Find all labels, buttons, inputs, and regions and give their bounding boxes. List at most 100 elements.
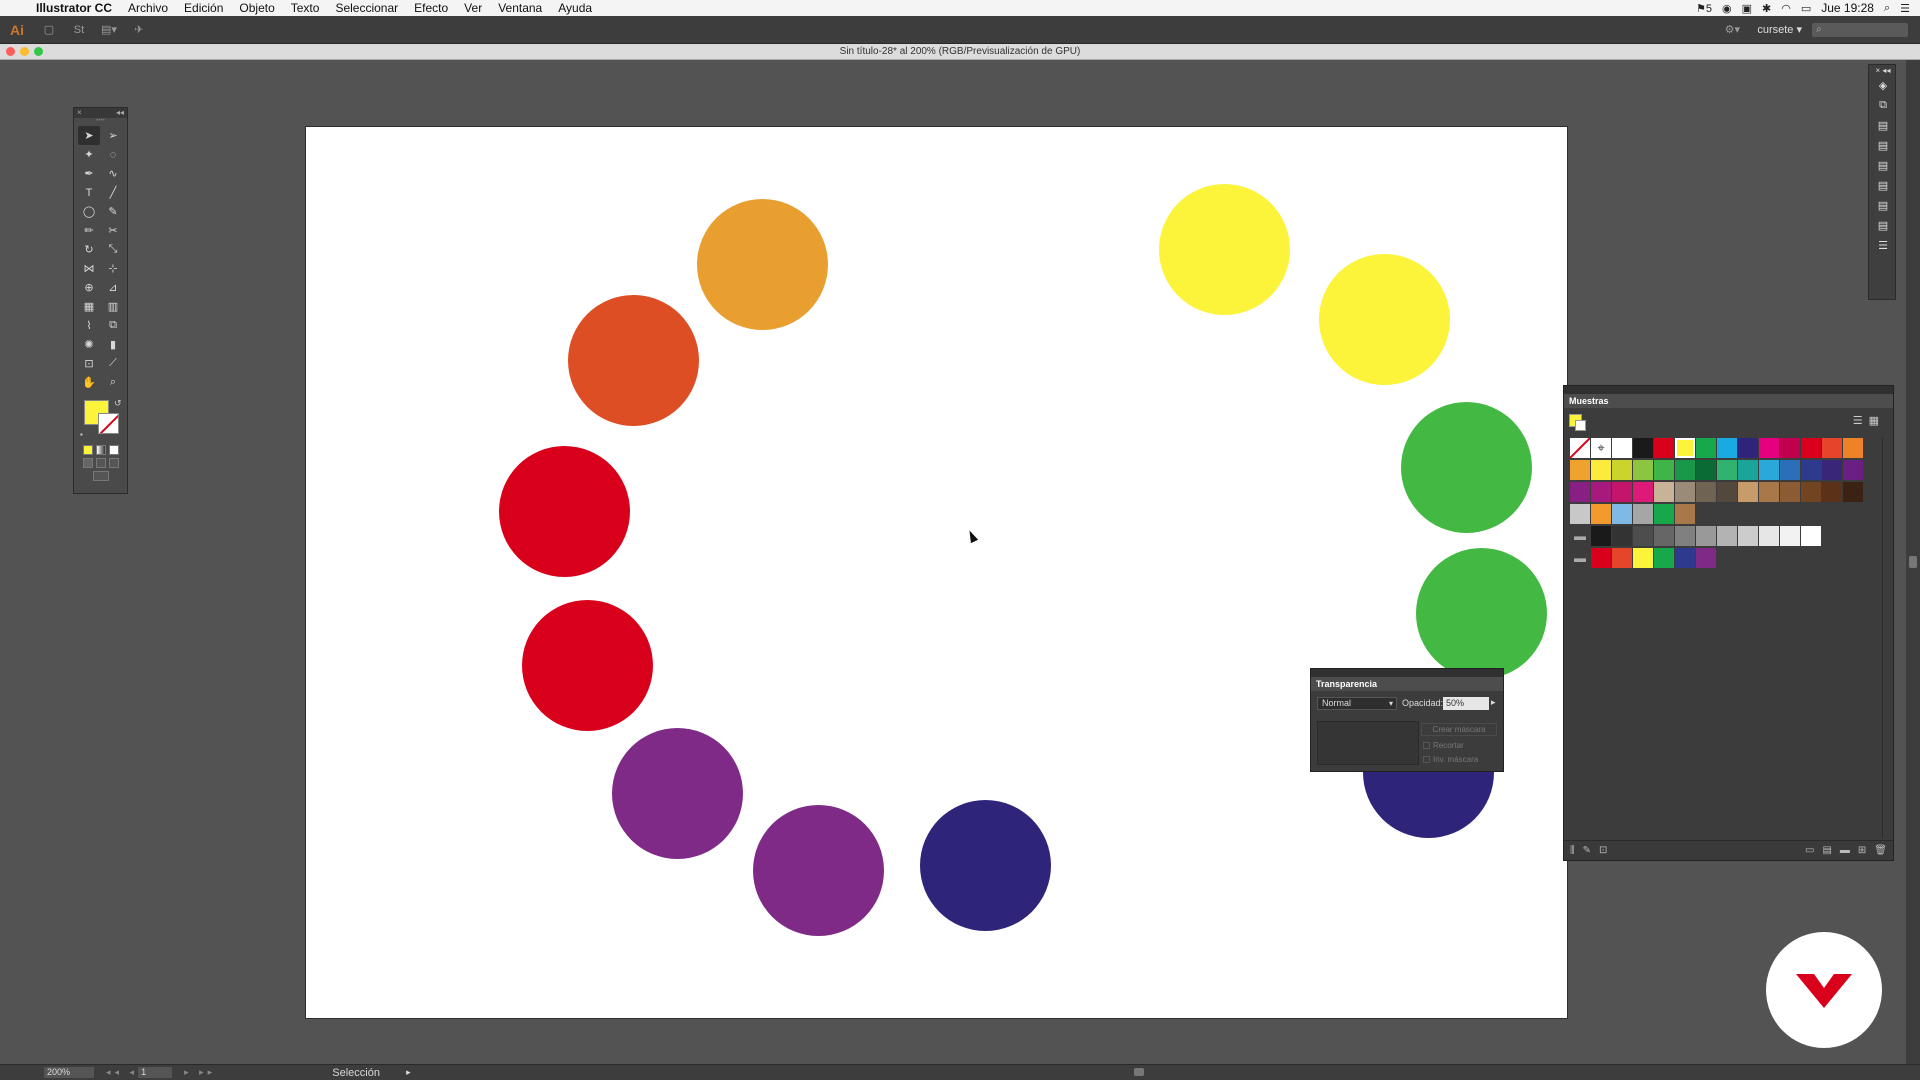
display-icon[interactable]: ▣ [1742, 2, 1752, 15]
swatch[interactable] [1696, 548, 1716, 568]
artboard-nav-next-icons[interactable]: ▸ ▸▸ [184, 1067, 216, 1078]
swatch[interactable] [1822, 460, 1842, 480]
artboards-icon[interactable]: ⧉ [1869, 95, 1897, 115]
ellipse-tool-icon[interactable]: ◯ [78, 202, 100, 221]
swatch[interactable] [1612, 548, 1632, 568]
swatch[interactable] [1822, 438, 1842, 458]
circle-red-lower[interactable] [522, 600, 653, 731]
transparency-tab[interactable]: Transparencia [1311, 677, 1503, 691]
paintbrush-tool-icon[interactable]: ✎ [102, 202, 124, 221]
swatch[interactable] [1633, 548, 1653, 568]
menu-ayuda[interactable]: Ayuda [550, 1, 600, 15]
swatch[interactable] [1822, 482, 1842, 502]
record-icon[interactable]: ◉ [1722, 2, 1732, 15]
line-tool-icon[interactable]: ╱ [102, 183, 124, 202]
artboard[interactable] [305, 126, 1568, 1019]
artboard-number-field[interactable]: 1 [138, 1067, 173, 1078]
swatch[interactable] [1675, 504, 1695, 524]
panel-3-icon[interactable]: ▤ [1869, 155, 1897, 175]
gpu-performance-icon[interactable]: ✈ [127, 21, 151, 39]
hand-tool-icon[interactable]: ✋ [78, 373, 100, 392]
menu-archivo[interactable]: Archivo [120, 1, 176, 15]
eyedropper-tool-icon[interactable]: ⌇ [78, 316, 100, 335]
color-mode-icon[interactable] [82, 445, 93, 455]
circle-red-upper[interactable] [499, 446, 630, 577]
transparency-panel-header[interactable] [1311, 669, 1503, 677]
menu-efecto[interactable]: Efecto [406, 1, 456, 15]
swatch[interactable] [1612, 504, 1632, 524]
collapse-icon[interactable]: ◂◂ [116, 108, 124, 118]
swatch[interactable] [1717, 526, 1737, 546]
swatch[interactable] [1633, 526, 1653, 546]
zoom-tool-icon[interactable]: ⌕ [102, 373, 124, 392]
make-mask-button[interactable]: Crear máscara [1421, 723, 1497, 736]
scale-tool-icon[interactable]: ⤡ [102, 240, 124, 259]
swatch[interactable] [1738, 460, 1758, 480]
circle-orange-red[interactable] [568, 295, 699, 426]
swatch[interactable] [1654, 526, 1674, 546]
wifi-icon[interactable]: ◠ [1781, 2, 1791, 15]
swatch[interactable] [1633, 438, 1653, 458]
swatch-registration[interactable]: ⌖ [1591, 438, 1611, 458]
stock-icon[interactable]: St [67, 21, 91, 39]
circle-purple-left[interactable] [612, 728, 743, 859]
menu-seleccionar[interactable]: Seleccionar [327, 1, 406, 15]
swatch-stroke-preview[interactable] [1575, 420, 1586, 431]
new-swatch-icon[interactable]: ⊞ [1858, 845, 1866, 856]
clip-checkbox[interactable]: Recortar [1423, 741, 1464, 750]
swatch[interactable] [1801, 460, 1821, 480]
bridge-icon[interactable]: ▢ [37, 21, 61, 39]
swatch[interactable] [1780, 482, 1800, 502]
workspace-switcher[interactable]: cursete ▾ [1757, 23, 1802, 36]
panel-5-icon[interactable]: ▤ [1869, 195, 1897, 215]
free-transform-tool-icon[interactable]: ⊹ [102, 259, 124, 278]
grid-view-icon[interactable]: ▦ [1869, 414, 1879, 427]
swatch[interactable] [1591, 526, 1611, 546]
blend-tool-icon[interactable]: ⧉ [102, 316, 124, 335]
perspective-grid-tool-icon[interactable]: ⊿ [102, 278, 124, 297]
menu-objeto[interactable]: Objeto [231, 1, 282, 15]
circle-orange[interactable] [697, 199, 828, 330]
arrange-documents-icon[interactable]: ▤▾ [97, 21, 121, 39]
swatch[interactable] [1843, 438, 1863, 458]
direct-selection-tool-icon[interactable]: ➢ [102, 126, 124, 145]
swatch[interactable] [1654, 460, 1674, 480]
swatch[interactable] [1591, 460, 1611, 480]
swatch[interactable] [1591, 504, 1611, 524]
swatch[interactable] [1759, 460, 1779, 480]
clip-checkbox-box[interactable] [1423, 742, 1430, 749]
swatch[interactable] [1738, 438, 1758, 458]
swatch[interactable] [1654, 438, 1674, 458]
swatch[interactable] [1570, 482, 1590, 502]
circle-indigo-bottom[interactable] [920, 800, 1051, 931]
spotlight-icon[interactable]: ⌕ [1884, 2, 1890, 15]
swap-fill-stroke-icon[interactable]: ↺ [114, 398, 122, 409]
swatch[interactable] [1654, 482, 1674, 502]
show-swatch-kinds-icon[interactable]: ⊡ [1599, 845, 1607, 856]
swatch[interactable] [1843, 482, 1863, 502]
menu-edicion[interactable]: Edición [176, 1, 231, 15]
swatch[interactable] [1801, 526, 1821, 546]
swatch[interactable] [1633, 460, 1653, 480]
swatch[interactable] [1675, 526, 1695, 546]
slice-tool-icon[interactable]: ⟋ [102, 354, 124, 373]
clock[interactable]: Jue 19:28 [1821, 1, 1874, 15]
swatch[interactable] [1780, 460, 1800, 480]
swatch[interactable] [1717, 460, 1737, 480]
panel-2-icon[interactable]: ▤ [1869, 135, 1897, 155]
swatches-tab[interactable]: Muestras [1564, 394, 1893, 408]
layers-icon[interactable]: ◈ [1869, 75, 1897, 95]
swatch-libraries-icon[interactable]: ⫼ [1570, 845, 1575, 856]
panel-4-icon[interactable]: ▤ [1869, 175, 1897, 195]
new-color-group-icon[interactable]: ▤ [1822, 845, 1831, 856]
swatch[interactable] [1654, 548, 1674, 568]
horizontal-scrollbar[interactable] [372, 1068, 1902, 1076]
swatch[interactable] [1738, 526, 1758, 546]
swatch[interactable] [1801, 482, 1821, 502]
rotate-tool-icon[interactable]: ↻ [78, 240, 100, 259]
circle-purple-bottom[interactable] [753, 805, 884, 936]
default-fill-stroke-icon[interactable]: ▪ [80, 430, 83, 439]
magic-wand-tool-icon[interactable]: ✦ [78, 145, 100, 164]
artboard-nav-icons[interactable]: ◂◂ ◂ [106, 1067, 138, 1078]
menu-ventana[interactable]: Ventana [490, 1, 550, 15]
